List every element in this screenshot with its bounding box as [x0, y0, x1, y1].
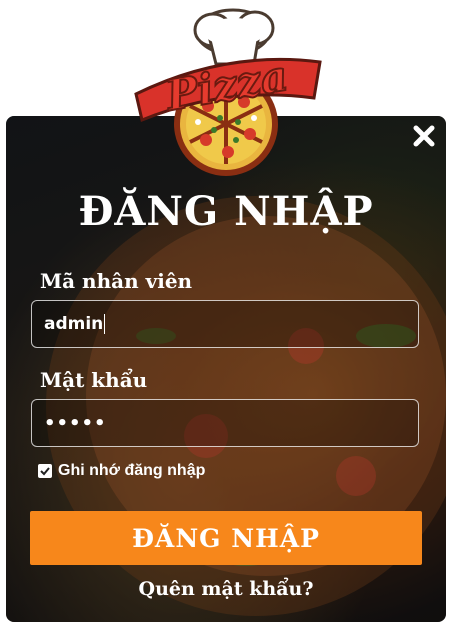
login-button[interactable]: ĐĂNG NHẬP [30, 511, 422, 565]
password-input[interactable]: ••••• [31, 399, 419, 447]
remember-checkbox[interactable] [38, 464, 52, 478]
close-button[interactable] [410, 122, 438, 150]
password-label: Mật khẩu [40, 368, 148, 392]
password-value: ••••• [44, 412, 107, 434]
remember-label: Ghi nhớ đăng nhập [58, 462, 206, 479]
employee-id-input[interactable]: admin [31, 300, 419, 348]
close-icon [413, 125, 435, 147]
pizza-logo: Pizza [134, 8, 322, 176]
check-icon [40, 467, 50, 476]
employee-id-label: Mã nhân viên [40, 269, 193, 293]
text-caret [104, 314, 106, 334]
employee-id-value: admin [44, 314, 104, 334]
remember-me[interactable]: Ghi nhớ đăng nhập [38, 462, 205, 480]
forgot-password-link[interactable]: Quên mật khẩu? [6, 578, 446, 600]
login-card: ĐĂNG NHẬP Mã nhân viên admin Mật khẩu ••… [6, 116, 446, 622]
login-title: ĐĂNG NHẬP [78, 188, 374, 235]
